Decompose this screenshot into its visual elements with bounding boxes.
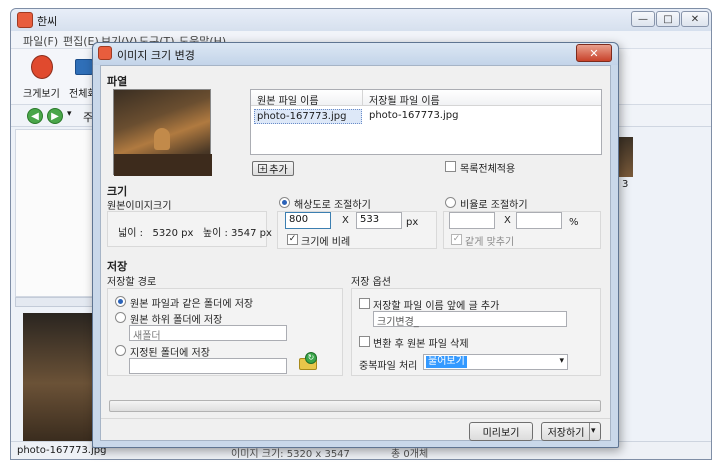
row-original-name: photo-167773.jpg <box>254 109 362 124</box>
same-folder-radio[interactable] <box>115 296 126 307</box>
nav-dropdown-icon[interactable]: ▾ <box>67 109 72 119</box>
add-file-label: 추가 <box>269 165 288 176</box>
close-icon: ✕ <box>690 13 700 25</box>
resize-dialog: 이미지 크기 변경 ✕ 파열 원본 파일 이름 저장될 파일 이름 photo-… <box>92 42 619 448</box>
dialog-app-icon <box>98 46 112 60</box>
dialog-titlebar[interactable]: 이미지 크기 변경 ✕ <box>93 43 618 65</box>
maximize-icon: □ <box>663 13 673 25</box>
ratio-x-input[interactable] <box>449 212 495 229</box>
dialog-close-button[interactable]: ✕ <box>576 44 612 62</box>
toolbar-zoom-label: 크게보기 <box>23 89 60 100</box>
maximize-button[interactable]: □ <box>656 11 680 27</box>
same-ratio-checkbox[interactable]: ✓ <box>451 234 462 245</box>
duplicate-handling-select[interactable]: 물어보기 ▾ <box>423 354 568 370</box>
green-arrow-icon: ↻ <box>305 352 317 364</box>
main-close-button[interactable]: ✕ <box>681 11 709 27</box>
file-section-title: 파열 <box>107 75 128 88</box>
row-target-name: photo-167773.jpg <box>369 110 459 121</box>
column-original-name[interactable]: 원본 파일 이름 <box>257 92 319 107</box>
file-list-row[interactable]: photo-167773.jpg photo-167773.jpg <box>253 109 601 125</box>
fullscreen-icon <box>75 59 93 75</box>
keep-ratio-label: 크기에 비례 <box>301 237 351 248</box>
original-size-box: 넓이 : 5320 px 높이 : 3547 px <box>107 211 272 247</box>
source-image-thumbnail <box>113 89 212 176</box>
dialog-body: 파열 원본 파일 이름 저장될 파일 이름 photo-167773.jpg p… <box>100 65 611 441</box>
resize-by-ratio-label: 비율로 조절하기 <box>460 200 528 211</box>
prefix-input[interactable]: 크기변경_ <box>373 311 567 328</box>
resize-by-resolution-radio[interactable] <box>279 197 290 208</box>
prefix-label: 저장할 파일 이름 앞에 글 추가 <box>373 301 500 312</box>
delete-original-label: 변환 후 원본 파일 삭제 <box>373 339 469 350</box>
original-size-heading: 원본이미지크기 <box>107 201 172 212</box>
resize-by-resolution-label: 해상도로 조절하기 <box>294 200 371 211</box>
main-titlebar: 한씨 — □ ✕ <box>11 9 711 31</box>
thumbnail-image <box>619 137 633 177</box>
subfolder-label: 원본 하위 폴더에 저장 <box>130 315 223 326</box>
custom-folder-radio[interactable] <box>115 345 126 356</box>
original-size-value: 넓이 : 5320 px 높이 : 3547 px <box>118 228 272 239</box>
menu-file[interactable]: 파일(F) <box>23 33 58 49</box>
save-section-title: 저장 <box>107 260 128 273</box>
column-target-name[interactable]: 저장될 파일 이름 <box>369 92 440 107</box>
save-button-label: 저장하기 <box>547 428 585 439</box>
close-icon: ✕ <box>589 46 599 60</box>
save-dropdown-icon[interactable]: ▾ <box>591 426 596 436</box>
custom-folder-input[interactable] <box>129 358 287 374</box>
preview-image <box>23 313 97 441</box>
forward-icon[interactable]: ▶ <box>47 108 63 124</box>
delete-original-checkbox[interactable] <box>359 336 370 347</box>
browse-folder-button[interactable]: ↻ <box>297 352 319 372</box>
resize-by-ratio-radio[interactable] <box>445 197 456 208</box>
dialog-title: 이미지 크기 변경 <box>117 49 195 62</box>
duplicate-handling-label: 중복파일 처리 <box>359 361 418 372</box>
chevron-down-icon: ▾ <box>559 356 564 366</box>
custom-folder-label: 지정된 폴더에 저장 <box>130 348 210 359</box>
duplicate-handling-value: 물어보기 <box>426 356 467 368</box>
unit-px: px <box>406 217 419 228</box>
apply-all-checkbox[interactable] <box>445 161 456 172</box>
file-list[interactable]: 원본 파일 이름 저장될 파일 이름 photo-167773.jpg phot… <box>250 89 602 155</box>
times-sign: X <box>342 215 349 226</box>
ratio-times-sign: X <box>504 215 511 226</box>
same-ratio-label: 같게 맞추기 <box>465 237 515 248</box>
preview-button[interactable]: 미리보기 <box>469 422 533 441</box>
height-input[interactable]: 533 <box>356 212 402 229</box>
minimize-button[interactable]: — <box>631 11 655 27</box>
save-path-heading: 저장할 경로 <box>107 277 157 288</box>
cat-silhouette <box>154 128 170 150</box>
plus-icon: + <box>258 164 268 173</box>
minimize-icon: — <box>638 13 648 25</box>
keep-ratio-checkbox[interactable]: ✓ <box>287 234 298 245</box>
save-options-heading: 저장 옵션 <box>351 277 391 288</box>
preview-button-label: 미리보기 <box>482 428 520 439</box>
thumbnail-index: 3 <box>622 179 629 190</box>
column-divider <box>362 90 363 106</box>
progress-bar <box>109 400 601 412</box>
ratio-y-input[interactable] <box>516 212 562 229</box>
subfolder-name-input[interactable]: 새폴더 <box>129 325 287 342</box>
tree-scrollbar[interactable] <box>15 297 95 307</box>
add-file-button[interactable]: + 추가 <box>252 161 294 176</box>
apply-all-label: 목록전체적용 <box>460 164 516 175</box>
percent-sign: % <box>569 217 579 228</box>
width-input[interactable]: 800 <box>285 212 331 229</box>
subfolder-radio[interactable] <box>115 312 126 323</box>
save-split-divider <box>589 423 590 440</box>
main-window-title: 한씨 <box>37 15 58 28</box>
toolbar-zoom-button[interactable]: 크게보기 <box>23 53 61 101</box>
file-list-header: 원본 파일 이름 저장될 파일 이름 <box>251 90 601 107</box>
prefix-checkbox[interactable] <box>359 298 370 309</box>
same-folder-label: 원본 파일과 같은 폴더에 저장 <box>130 299 254 310</box>
zoom-character-icon <box>31 55 53 79</box>
footer-divider <box>101 418 610 419</box>
back-icon[interactable]: ◀ <box>27 108 43 124</box>
thumbnail-floor <box>114 154 212 176</box>
folder-tree-panel <box>15 129 95 297</box>
app-logo-icon <box>17 12 33 28</box>
